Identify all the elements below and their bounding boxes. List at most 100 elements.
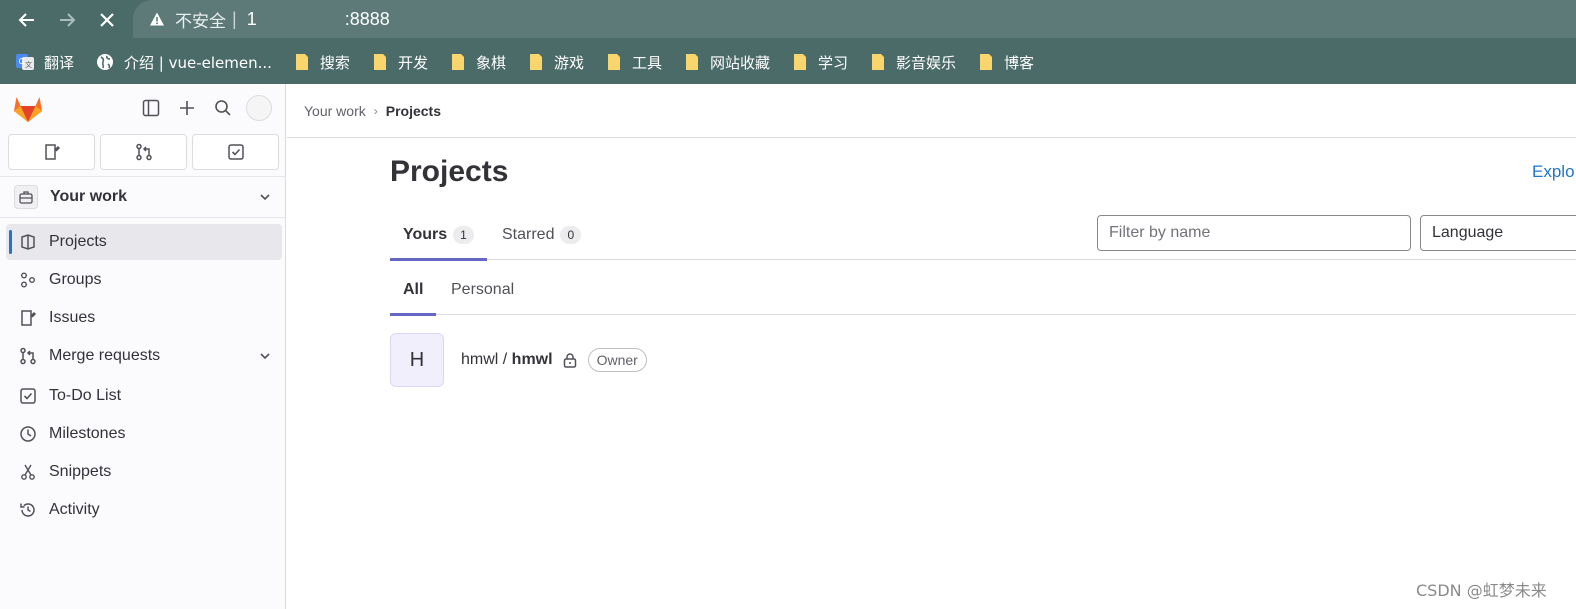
close-icon xyxy=(100,13,114,27)
issues-icon xyxy=(44,144,60,160)
bookmark-label: 介绍 | vue-elemen... xyxy=(124,53,272,72)
warning-triangle-icon xyxy=(150,12,164,26)
sidebar-item-label: To-Do List xyxy=(49,387,122,404)
sidebar-item-label: Activity xyxy=(49,501,100,518)
bookmark-folder-games[interactable]: 游戏 xyxy=(528,52,584,73)
history-icon xyxy=(18,500,38,520)
bookmark-vue-element[interactable]: 介绍 | vue-elemen... xyxy=(96,52,272,73)
sidebar-item-projects[interactable]: Projects xyxy=(6,224,282,260)
project-filter-tabs: All Personal xyxy=(390,264,1576,316)
folder-icon xyxy=(372,53,388,71)
search-icon[interactable] xyxy=(211,96,235,120)
tab-starred[interactable]: Starred 0 xyxy=(502,209,582,260)
explore-projects-link[interactable]: Explo xyxy=(1532,162,1575,182)
folder-icon xyxy=(450,53,466,71)
arrow-right-icon xyxy=(60,13,76,27)
tab-yours[interactable]: Yours 1 xyxy=(390,209,487,261)
security-separator: | xyxy=(232,8,237,29)
address-bar[interactable]: 不安全 | 1:8888 xyxy=(133,0,1576,38)
sidebar-item-activity[interactable]: Activity xyxy=(6,492,282,528)
project-name: hmwl xyxy=(511,351,553,368)
sidebar-item-label: Merge requests xyxy=(49,347,161,364)
sidebar-item-groups[interactable]: Groups xyxy=(6,262,282,298)
security-label: 不安全 xyxy=(175,11,226,32)
plus-icon[interactable] xyxy=(175,96,199,120)
breadcrumb-separator: › xyxy=(373,103,378,118)
bookmark-label: 开发 xyxy=(397,53,428,72)
sidebar-item-milestones[interactable]: Milestones xyxy=(6,416,282,452)
sidebar-item-label: Groups xyxy=(49,271,102,288)
bookmark-label: 影音娱乐 xyxy=(896,53,957,72)
issues-icon xyxy=(18,308,38,328)
folder-icon xyxy=(294,53,310,71)
tab-label: Starred xyxy=(502,225,555,243)
main-content: Your work › Projects Projects Explo Your… xyxy=(287,84,1576,609)
tab-label: All xyxy=(403,280,424,298)
sidebar-toggle-icon[interactable] xyxy=(139,96,163,120)
sidebar-item-issues[interactable]: Issues xyxy=(6,300,282,336)
arrow-left-icon xyxy=(18,13,34,27)
folder-icon xyxy=(792,53,808,71)
gitlab-logo-icon[interactable] xyxy=(12,93,44,123)
bookmark-label: 博客 xyxy=(1004,53,1035,72)
bookmark-folder-chess[interactable]: 象棋 xyxy=(450,52,506,73)
context-title: Your work xyxy=(50,188,128,205)
quick-actions xyxy=(8,134,279,170)
breadcrumb-projects[interactable]: Projects xyxy=(386,103,441,119)
folder-icon xyxy=(606,53,622,71)
sidebar-item-todo-list[interactable]: To-Do List xyxy=(6,378,282,414)
bookmark-folder-search[interactable]: 搜索 xyxy=(294,52,350,73)
url-start: 1 xyxy=(246,8,257,29)
sidebar-item-label: Snippets xyxy=(49,463,112,480)
sidebar-item-merge-requests[interactable]: Merge requests xyxy=(6,338,282,374)
watermark: CSDN @虹梦未来 xyxy=(1416,581,1547,600)
bookmark-translate[interactable]: G文 翻译 xyxy=(16,52,74,73)
sidebar-item-label: Milestones xyxy=(49,425,126,442)
assigned-issues-button[interactable] xyxy=(8,134,95,170)
bookmark-folder-media[interactable]: 影音娱乐 xyxy=(870,52,956,73)
project-avatar[interactable]: H xyxy=(390,333,444,387)
todo-button[interactable] xyxy=(192,134,279,170)
merge-request-icon xyxy=(135,143,152,161)
tab-personal[interactable]: Personal xyxy=(451,264,514,315)
browser-toolbar: 不安全 | 1:8888 xyxy=(0,0,1576,40)
snippet-icon xyxy=(18,462,38,482)
merge-requests-button[interactable] xyxy=(100,134,187,170)
bookmark-folder-tools[interactable]: 工具 xyxy=(606,52,662,73)
role-badge: Owner xyxy=(587,348,647,372)
project-icon xyxy=(18,232,38,252)
sidebar-item-label: Issues xyxy=(49,309,96,326)
project-link[interactable]: hmwl / hmwl xyxy=(461,351,553,369)
tab-all[interactable]: All xyxy=(390,264,437,316)
stop-button[interactable] xyxy=(93,6,121,34)
user-avatar[interactable] xyxy=(246,95,272,121)
context-switcher[interactable]: Your work xyxy=(0,176,286,218)
bookmark-label: 学习 xyxy=(818,53,849,72)
bookmark-folder-study[interactable]: 学习 xyxy=(792,52,848,73)
sidebar-item-snippets[interactable]: Snippets xyxy=(6,454,282,490)
folder-icon xyxy=(528,53,544,71)
sidebar: Your work Projects Groups Issues Merge r… xyxy=(0,84,286,609)
globe-icon xyxy=(96,53,114,71)
google-translate-icon: G文 xyxy=(16,53,34,71)
todo-icon xyxy=(18,386,38,406)
bookmark-folder-blog[interactable]: 博客 xyxy=(978,52,1034,73)
chevron-down-icon xyxy=(260,353,270,360)
forward-button[interactable] xyxy=(53,6,81,34)
bookmark-label: 搜索 xyxy=(319,53,350,72)
language-select[interactable]: Language xyxy=(1420,215,1576,251)
bookmark-folder-websites[interactable]: 网站收藏 xyxy=(684,52,770,73)
breadcrumb-your-work[interactable]: Your work xyxy=(304,103,366,119)
bookmark-label: 象棋 xyxy=(475,53,506,72)
back-button[interactable] xyxy=(13,6,41,34)
bookmark-label: 网站收藏 xyxy=(710,53,771,72)
sidebar-item-label: Projects xyxy=(49,233,107,250)
list-item: H hmwl / hmwl Owner xyxy=(390,333,647,387)
clock-icon xyxy=(18,424,38,444)
tab-label: Yours xyxy=(403,225,448,243)
sidebar-header xyxy=(0,84,285,132)
svg-text:G: G xyxy=(19,57,25,66)
briefcase-icon xyxy=(14,185,38,209)
filter-by-name-input[interactable] xyxy=(1097,215,1411,251)
bookmark-folder-dev[interactable]: 开发 xyxy=(372,52,428,73)
